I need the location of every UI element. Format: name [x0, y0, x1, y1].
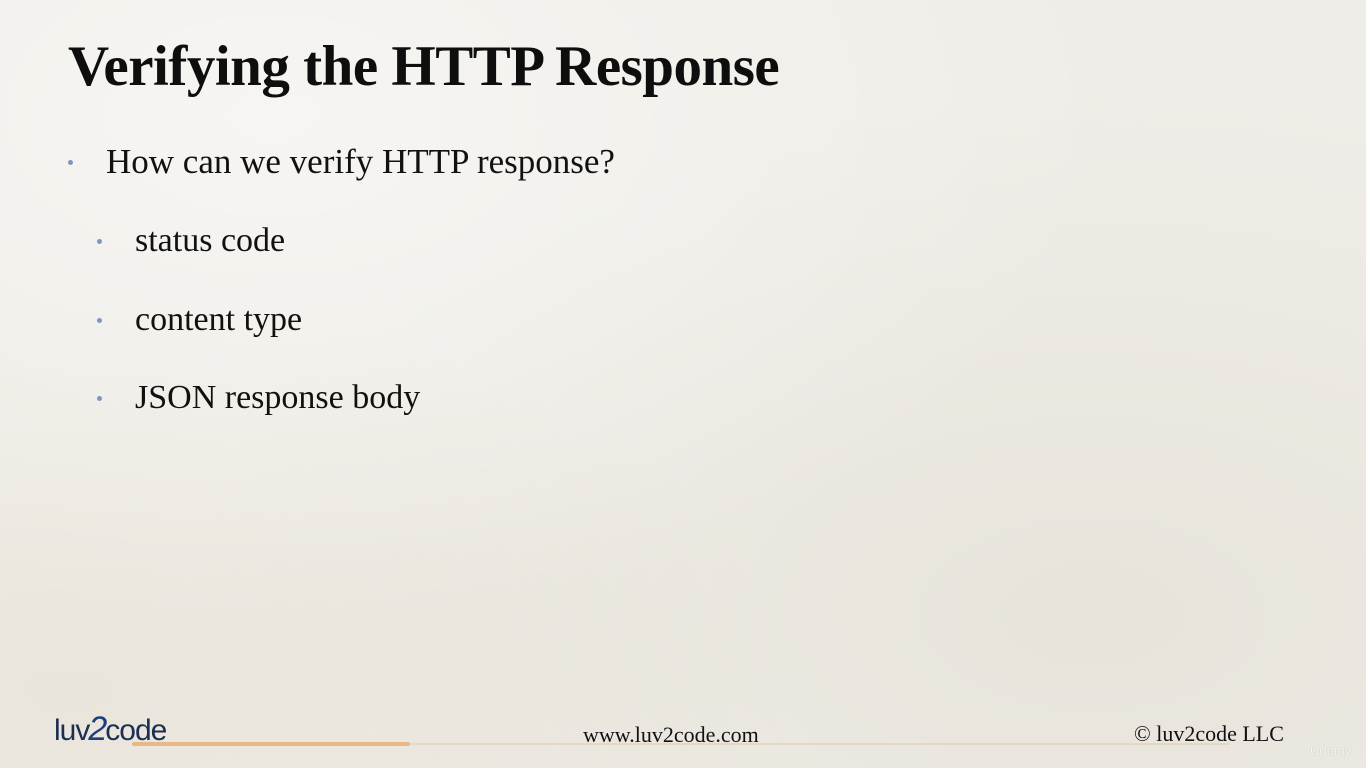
footer-copyright: © luv2code LLC — [1134, 721, 1284, 746]
sub-bullet-text: JSON response body — [135, 379, 421, 416]
footer-url: www.luv2code.com — [583, 722, 759, 747]
sub-bullet-text: status code — [135, 222, 286, 259]
logo-text-digit: 2 — [88, 710, 107, 748]
footer-divider-line — [410, 743, 1230, 745]
sub-bullet-item: JSON response body — [97, 379, 420, 417]
logo-text-left: luv — [54, 714, 90, 747]
bullet-item: How can we verify HTTP response? — [68, 142, 615, 182]
bullet-dot-icon — [97, 395, 102, 401]
bullet-dot-icon — [68, 159, 73, 165]
bullet-dot-icon — [97, 238, 102, 244]
luv2code-logo: luv 2 code — [54, 710, 167, 748]
footer-accent-line — [132, 742, 410, 746]
udemy-watermark: Udemy — [1310, 743, 1352, 758]
logo-text-right: code — [105, 714, 167, 747]
sub-bullet-text: content type — [135, 301, 303, 338]
sub-bullet-item: status code — [97, 222, 285, 260]
bullet-dot-icon — [97, 317, 102, 323]
sub-bullet-item: content type — [97, 301, 302, 339]
bullet-text: How can we verify HTTP response? — [106, 142, 615, 181]
slide-title: Verifying the HTTP Response — [68, 35, 780, 98]
